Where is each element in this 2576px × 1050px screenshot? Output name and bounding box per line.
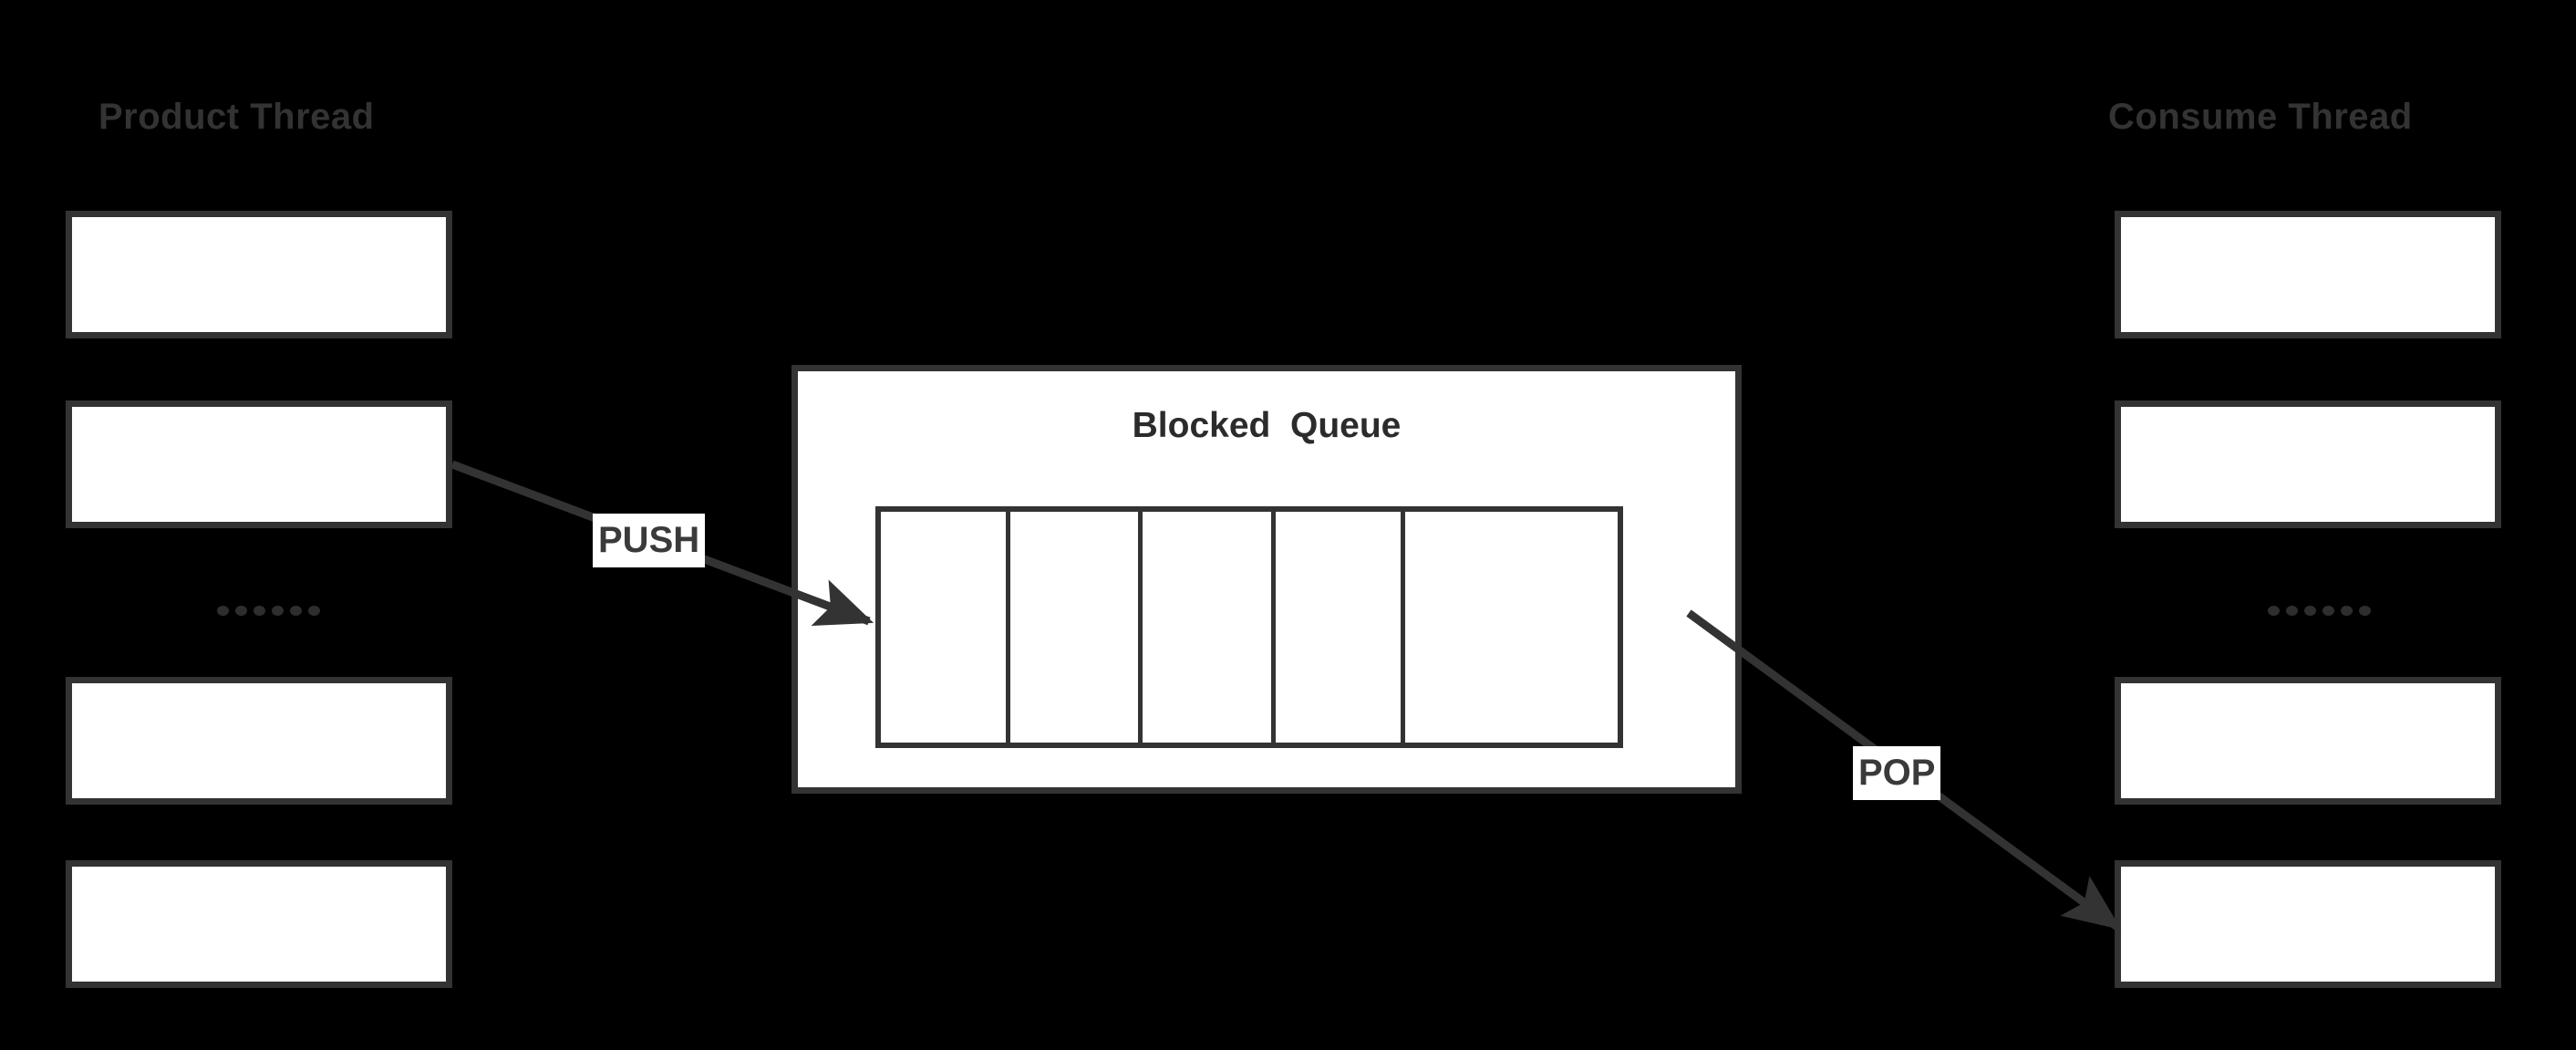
consumer-thread-heading: Consume Thread [2108,97,2413,137]
blocked-queue-panel: Blocked Queue [791,365,1742,794]
ellipsis-dot-icon [235,606,247,616]
producer-ellipsis-icon [217,606,320,616]
consumer-task-box[interactable] [2115,860,2501,988]
consumer-ellipsis-icon [2268,606,2371,616]
ellipsis-dot-icon [2304,606,2316,616]
blocked-queue-title: Blocked Queue [1132,406,1402,445]
queue-slot[interactable] [1405,512,1618,743]
producer-task-box[interactable] [66,211,452,338]
queue-slot[interactable] [1143,512,1276,743]
consumer-task-box[interactable] [2115,677,2501,805]
queue-slot[interactable] [881,512,1010,743]
consumer-task-box[interactable] [2115,211,2501,338]
pop-edge-label: POP [1853,746,1941,800]
ellipsis-dot-icon [290,606,302,616]
producer-task-box[interactable] [66,400,452,528]
producer-task-box[interactable] [66,860,452,988]
ellipsis-dot-icon [272,606,284,616]
producer-thread-heading: Product Thread [98,97,375,137]
consumer-task-box[interactable] [2115,400,2501,528]
ellipsis-dot-icon [2323,606,2334,616]
blocked-queue-slots [875,506,1623,748]
ellipsis-dot-icon [253,606,265,616]
ellipsis-dot-icon [308,606,320,616]
ellipsis-dot-icon [217,606,229,616]
producer-task-box[interactable] [66,677,452,805]
queue-slot[interactable] [1276,512,1405,743]
push-edge-label: PUSH [593,514,706,567]
queue-slot[interactable] [1010,512,1143,743]
diagram-canvas: Product Thread Consume Thread Blocked Qu… [0,0,2576,1050]
ellipsis-dot-icon [2341,606,2353,616]
ellipsis-dot-icon [2286,606,2298,616]
ellipsis-dot-icon [2359,606,2371,616]
ellipsis-dot-icon [2268,606,2280,616]
